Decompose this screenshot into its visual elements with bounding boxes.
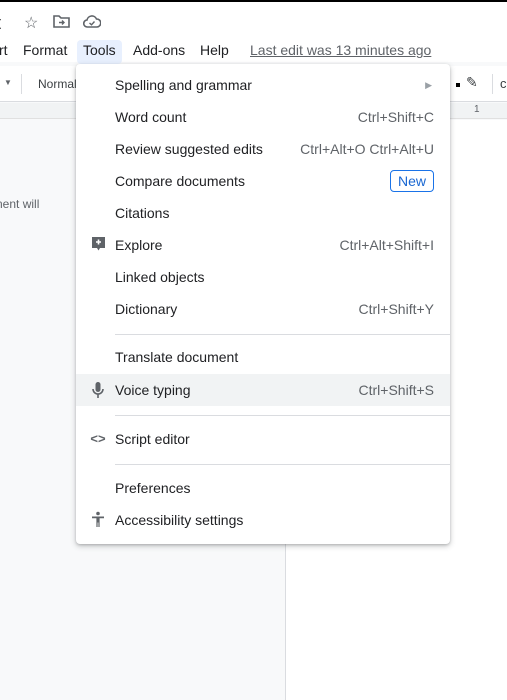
menu-add-ons[interactable]: Add-ons [127,40,191,60]
menu-item-label: Script editor [115,431,190,447]
shortcut: Ctrl+Alt+O Ctrl+Alt+U [300,141,434,157]
menu-separator [115,334,450,335]
menu-item-compare-documents[interactable]: Compare documents New [76,165,450,197]
menu-item-linked-objects[interactable]: Linked objects [76,261,450,293]
new-badge: New [389,170,434,192]
menu-item-preferences[interactable]: Preferences [76,472,450,504]
menu-item-label: Spelling and grammar [115,77,252,93]
menu-item-label: Citations [115,205,170,221]
menu-item-translate-document[interactable]: Translate document [76,341,450,373]
ruler-mark: 1 [474,104,480,115]
menu-item-label: Voice typing [115,382,191,398]
menu-insert[interactable]: rt [0,40,14,60]
more-tools-icon[interactable]: c [500,76,507,91]
menu-separator [115,415,450,416]
star-icon[interactable]: ☆ [24,13,38,33]
toolbar-divider [21,74,22,94]
shortcut: Ctrl+Shift+Y [358,301,434,317]
zoom-dropdown-arrow-icon[interactable]: ▼ [4,78,12,87]
menu-separator [115,464,450,465]
menu-item-word-count[interactable]: Word count Ctrl+Shift+C [76,101,450,133]
move-to-folder-icon[interactable] [53,14,70,33]
menu-item-label: Linked objects [115,269,205,285]
menu-item-label: Preferences [115,480,191,496]
shortcut: Ctrl+Shift+S [358,382,434,398]
menu-item-label: Review suggested edits [115,141,263,157]
menu-item-explore[interactable]: Explore Ctrl+Alt+Shift+I [76,229,450,261]
tools-menu: Spelling and grammar ▶ Word count Ctrl+S… [76,64,450,544]
toolbar-divider [492,74,493,94]
explore-icon [90,236,106,254]
code-icon: <> [90,431,106,446]
text-color-swatch [456,83,460,87]
shortcut: Ctrl+Alt+Shift+I [339,237,434,253]
window-top-border [0,0,507,2]
document-text: nent will [0,197,40,211]
shortcut: Ctrl+Shift+C [357,109,434,125]
menu-item-script-editor[interactable]: <> Script editor [76,423,450,455]
menu-item-label: Accessibility settings [115,512,244,528]
microphone-icon [90,381,106,399]
menu-item-label: Compare documents [115,173,245,189]
menu-item-voice-typing[interactable]: Voice typing Ctrl+Shift+S [76,374,450,406]
menu-item-label: Word count [115,109,187,125]
menu-item-spelling-and-grammar[interactable]: Spelling and grammar ▶ [76,69,450,101]
menu-item-dictionary[interactable]: Dictionary Ctrl+Shift+Y [76,293,450,325]
document-title[interactable]: t [0,13,1,34]
menu-bar: rt Format Tools Add-ons Help Last edit w… [0,38,507,64]
title-bar: t ☆ [0,0,507,38]
last-edit-link[interactable]: Last edit was 13 minutes ago [250,42,431,58]
cloud-saved-icon[interactable] [82,15,102,33]
menu-item-accessibility-settings[interactable]: Accessibility settings [76,504,450,536]
menu-item-review-suggested-edits[interactable]: Review suggested edits Ctrl+Alt+O Ctrl+A… [76,133,450,165]
menu-item-label: Dictionary [115,301,178,317]
submenu-arrow-icon: ▶ [425,80,432,90]
menu-help[interactable]: Help [194,40,235,60]
accessibility-icon [90,511,106,529]
menu-item-citations[interactable]: Citations [76,197,450,229]
menu-tools[interactable]: Tools [77,40,122,64]
menu-item-label: Translate document [115,349,239,365]
menu-item-label: Explore [115,237,163,253]
style-dropdown[interactable]: Normal [38,77,77,91]
menu-format[interactable]: Format [17,40,73,60]
highlight-pen-icon[interactable]: ✎ [466,74,478,91]
